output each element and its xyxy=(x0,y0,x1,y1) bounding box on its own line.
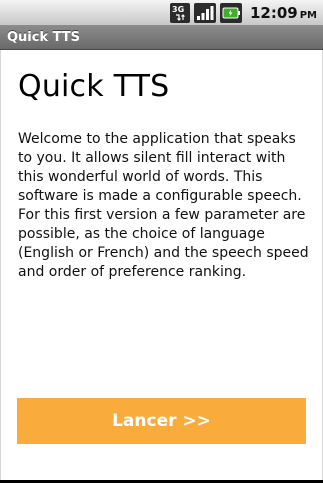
welcome-description: Welcome to the application that speaks t… xyxy=(18,131,309,280)
clock-ampm: PM xyxy=(299,9,317,21)
page-title: Quick TTS xyxy=(18,69,170,104)
svg-text:3G: 3G xyxy=(172,5,184,14)
clock-time: 12:09 xyxy=(249,3,298,22)
battery-icon xyxy=(219,2,242,23)
app-title-bar: Quick TTS xyxy=(0,25,323,50)
network-3g-icon: 3G xyxy=(169,2,190,23)
status-clock: 12:09 PM xyxy=(250,4,317,22)
main-content: Quick TTS Welcome to the application tha… xyxy=(0,50,323,480)
app-title: Quick TTS xyxy=(7,29,81,45)
launch-button[interactable]: Lancer >> xyxy=(17,398,306,444)
signal-icon xyxy=(193,2,216,23)
status-bar: 3G 12:09 PM xyxy=(0,0,323,25)
app-screen: 3G 12:09 PM Quick TTS Quick TTS Welcome … xyxy=(0,0,323,483)
